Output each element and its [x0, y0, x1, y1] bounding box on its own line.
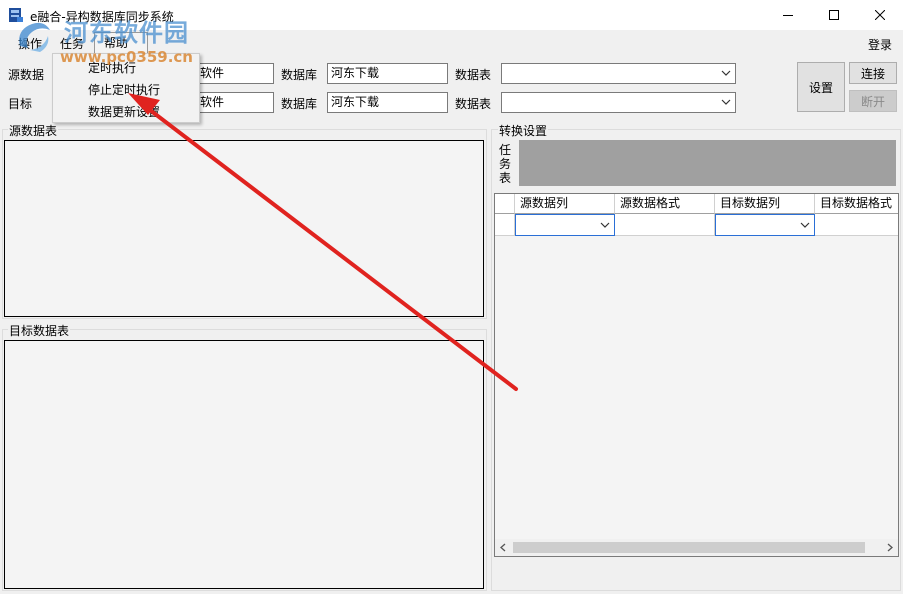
chevron-down-icon: [721, 99, 731, 105]
task-table-label: 任务表: [499, 143, 512, 185]
grid-cell-combo[interactable]: [715, 214, 815, 236]
minimize-button[interactable]: [765, 0, 811, 30]
login-link[interactable]: 登录: [868, 36, 892, 53]
column-header[interactable]: 源数据格式: [615, 194, 715, 214]
scroll-right-icon[interactable]: [886, 543, 894, 552]
source-db-label: 数据库: [281, 68, 318, 82]
maximize-button[interactable]: [811, 0, 857, 30]
close-button[interactable]: [857, 0, 903, 30]
target-table-label: 数据表: [455, 97, 492, 111]
source-table-label: 数据表: [455, 68, 492, 82]
watermark-logo-icon: [19, 22, 50, 52]
target-server-input[interactable]: 软件: [194, 92, 274, 113]
column-header[interactable]: 源数据列: [515, 194, 615, 214]
source-label: 源数据: [8, 68, 45, 82]
target-db-label: 数据库: [281, 97, 318, 111]
source-table-title: 源数据表: [8, 122, 59, 139]
maximize-icon: [829, 10, 839, 20]
connect-button[interactable]: 连接: [849, 62, 897, 84]
chevron-down-icon: [721, 70, 731, 76]
row-header[interactable]: [495, 214, 515, 236]
task-table-list[interactable]: [519, 140, 896, 186]
scrollbar-thumb[interactable]: [513, 542, 865, 553]
row-header-corner: [495, 194, 515, 214]
menu-item-stop-schedule[interactable]: 停止定时执行: [88, 81, 160, 98]
grid-cell-combo[interactable]: [515, 214, 615, 236]
target-db-input[interactable]: 河东下载: [327, 92, 448, 113]
conversion-title: 转换设置: [498, 122, 549, 139]
mapping-grid[interactable]: 源数据列 源数据格式 目标数据列 目标数据格式: [494, 193, 899, 557]
menu-item-update-settings[interactable]: 数据更新设置: [88, 103, 160, 120]
column-header[interactable]: 目标数据列: [715, 194, 815, 214]
grid-cell[interactable]: [815, 214, 898, 236]
target-table-title: 目标数据表: [8, 322, 71, 339]
chevron-down-icon: [600, 222, 610, 228]
watermark-url: www.pc0359.cn: [60, 48, 193, 66]
target-label: 目标: [8, 97, 33, 111]
minimize-icon: [783, 15, 793, 16]
source-server-input[interactable]: 软件: [194, 63, 274, 84]
scroll-left-icon[interactable]: [499, 543, 507, 552]
watermark-brand: 河东软件园: [64, 18, 189, 47]
grid-cell[interactable]: [615, 214, 715, 236]
horizontal-scrollbar[interactable]: [495, 539, 898, 556]
source-table-select[interactable]: [501, 63, 736, 84]
column-header[interactable]: 目标数据格式: [815, 194, 898, 214]
close-icon: [875, 10, 885, 20]
source-db-input[interactable]: 河东下载: [327, 63, 448, 84]
target-table-select[interactable]: [501, 92, 736, 113]
source-table-list[interactable]: [4, 140, 484, 317]
target-table-list[interactable]: [4, 340, 484, 589]
chevron-down-icon: [800, 222, 810, 228]
settings-button[interactable]: 设置: [797, 62, 845, 112]
disconnect-button[interactable]: 断开: [849, 90, 897, 112]
